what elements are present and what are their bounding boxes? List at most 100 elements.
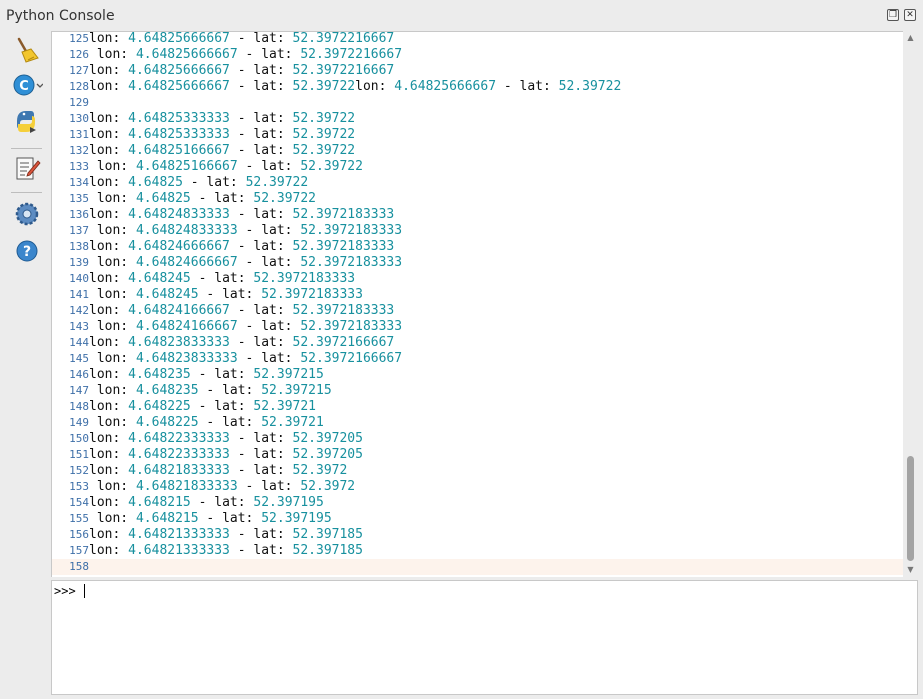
console-line: 158 [52,559,904,575]
output-text: lon: [89,383,136,398]
console-line: 133 lon: 4.64825166667 - lat: 52.39722 [52,159,904,175]
console-line: 154lon: 4.648215 - lat: 52.397195 [52,495,904,511]
float-panel-button[interactable]: ❐ [887,9,899,21]
numeric-value: 4.64825666667 [135,47,238,62]
output-text: - lat: [229,239,293,254]
console-line: 146lon: 4.648235 - lat: 52.397215 [52,367,904,383]
line-number: 134 [69,176,89,189]
console-line: 136lon: 4.64824833333 - lat: 52.39721833… [52,207,904,223]
line-number: 150 [69,432,89,445]
panel-title: Python Console [6,8,115,24]
numeric-value: 52.3972216667 [292,31,395,46]
output-text: lon: [89,79,129,94]
output-text: - lat: [190,399,254,414]
line-number: 149 [69,416,89,429]
python-run-icon [17,111,36,133]
help-icon: ? [16,240,38,262]
close-panel-button[interactable]: ✕ [904,9,916,21]
console-line: 134lon: 4.64825 - lat: 52.39722 [52,175,904,191]
output-scrollbar[interactable]: ▲ ▼ [903,31,918,577]
console-line: 143 lon: 4.64824166667 - lat: 52.3972183… [52,319,904,335]
output-text: lon: [89,255,136,270]
numeric-value: 52.39721 [261,415,324,430]
line-number: 155 [69,512,89,525]
numeric-value: 52.39722 [292,127,356,142]
output-text: - lat: [229,431,293,446]
line-number: 151 [69,448,89,461]
numeric-value: 4.648245 [128,271,191,286]
console-line: 148lon: 4.648225 - lat: 52.39721 [52,399,904,415]
numeric-value: 52.39722 [558,79,622,94]
output-text: - lat: [198,415,262,430]
numeric-value: 4.648245 [135,287,199,302]
numeric-value: 4.64825666667 [128,63,230,78]
console-line: 135 lon: 4.64825 - lat: 52.39722 [52,191,904,207]
numeric-value: 52.3972216667 [292,63,395,78]
numeric-value: 52.39722 [245,175,309,190]
output-text: - lat: [229,447,293,462]
output-text: - lat: [237,479,301,494]
show-editor-button[interactable] [11,153,43,183]
run-script-button[interactable] [11,107,43,137]
output-text: - lat: [229,143,293,158]
line-number: 128 [69,80,89,93]
console-output[interactable]: 125 lon: 4.64825666667 - lat: 52.39722166… [51,31,918,577]
line-number: 132 [69,144,89,157]
numeric-value: 52.39722 [292,79,356,94]
console-line: 131lon: 4.64825333333 - lat: 52.39722 [52,127,904,143]
title-bar: Python Console ❐ ✕ [0,0,923,31]
numeric-value: 52.397215 [261,383,332,398]
line-number: 140 [69,272,89,285]
numeric-value: 52.39722 [292,143,356,158]
output-text: - lat: [237,47,301,62]
console-input[interactable]: >>> [51,580,918,695]
output-text: - lat: [229,527,293,542]
numeric-value: 52.3972183333 [300,223,403,238]
output-text: - lat: [182,175,246,190]
console-line: 132lon: 4.64825166667 - lat: 52.39722 [52,143,904,159]
numeric-value: 52.39722 [253,191,317,206]
numeric-value: 4.64823833333 [135,351,238,366]
line-number: 129 [69,96,89,109]
numeric-value: 4.64823833333 [128,335,230,350]
output-text: - lat: [190,495,254,510]
output-text: - lat: [237,351,301,366]
line-number: 136 [69,208,89,221]
numeric-value: 52.3972183333 [292,207,395,222]
line-number: 133 [69,160,89,173]
numeric-value: 4.648225 [135,415,199,430]
settings-button[interactable] [11,199,43,229]
line-number: 152 [69,464,89,477]
output-text: lon: [89,319,136,334]
output-text: - lat: [229,31,293,46]
scrollbar-thumb[interactable] [907,456,914,561]
scroll-down-arrow-icon[interactable]: ▼ [906,565,915,574]
console-line: 125lon: 4.64825666667 - lat: 52.39722166… [52,31,904,47]
line-number: 147 [69,384,89,397]
output-text: lon: [89,463,129,478]
clear-console-button[interactable] [11,36,43,66]
import-class-button[interactable]: C [11,70,43,100]
numeric-value: 52.39721 [253,399,317,414]
output-text: lon: [89,127,129,142]
output-text: lon: [355,79,395,94]
numeric-value: 4.64824166667 [135,319,238,334]
svg-text:?: ? [23,244,31,260]
console-line: 145 lon: 4.64823833333 - lat: 52.3972166… [52,351,904,367]
line-number: 156 [69,528,89,541]
output-text: lon: [89,415,136,430]
numeric-value: 52.397215 [253,367,324,382]
console-line: 155 lon: 4.648215 - lat: 52.397195 [52,511,904,527]
scroll-up-arrow-icon[interactable]: ▲ [906,33,915,42]
line-number: 137 [69,224,89,237]
numeric-value: 4.648215 [128,495,191,510]
line-number: 138 [69,240,89,253]
output-text: - lat: [198,511,262,526]
line-number: 125 [69,32,89,45]
output-text: lon: [89,479,136,494]
console-line: 127lon: 4.64825666667 - lat: 52.39722166… [52,63,904,79]
help-button[interactable]: ? [11,236,43,266]
line-number: 135 [69,192,89,205]
numeric-value: 52.3972183333 [253,271,356,286]
numeric-value: 52.397185 [292,527,363,542]
